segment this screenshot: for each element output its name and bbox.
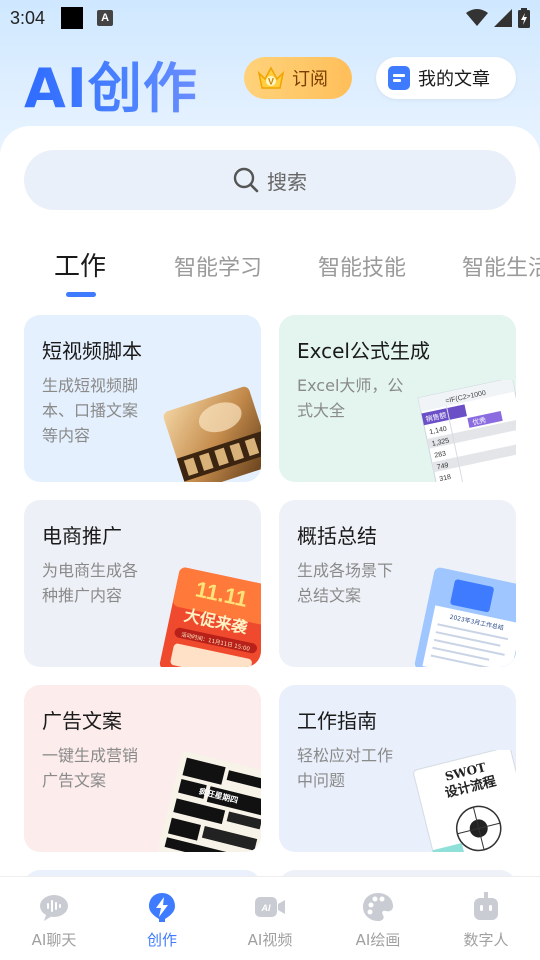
card-description: 一键生成营销广告文案 <box>42 746 139 790</box>
sale-poster-illustration: 11.11 大促来袭 活动时间：11月11日 15:00 <box>159 567 261 667</box>
card-title: 工作指南 <box>297 709 377 733</box>
my-articles-button[interactable]: 我的文章 <box>376 57 516 99</box>
chat-bubble-icon <box>40 895 68 921</box>
nav-label: AI绘画 <box>355 931 401 949</box>
card-ad-copy[interactable]: 广告文案 一键生成营销广告文案 疯狂星期四 <box>24 685 261 852</box>
swot-diagram-illustration: SWOT 设计流程 <box>413 750 516 852</box>
content-panel: 搜索 工作 智能学习 智能技能 智能生活 短视频脚本 生成短视频脚本、口播文案等… <box>0 126 540 910</box>
subscribe-label: 订阅 <box>292 69 328 90</box>
status-time: 3:04 <box>10 7 46 28</box>
excel-row-5: 318 <box>439 474 452 482</box>
robot-icon <box>474 892 498 920</box>
active-tab-indicator <box>66 292 96 297</box>
page-title: AI创作 <box>24 44 198 123</box>
card-title: Excel公式生成 <box>297 339 430 363</box>
tab-work[interactable]: 工作 <box>54 246 106 283</box>
search-placeholder: 搜索 <box>267 169 307 194</box>
svg-text:AI: AI <box>261 903 271 913</box>
battery-icon <box>518 8 530 28</box>
card-title: 广告文案 <box>42 709 122 733</box>
nav-ai-video[interactable]: AI AI视频 <box>216 877 324 960</box>
my-articles-label: 我的文章 <box>418 69 490 90</box>
wifi-icon <box>466 9 488 26</box>
tab-smart-learning[interactable]: 智能学习 <box>174 250 262 282</box>
lightning-icon <box>149 893 175 922</box>
card-description: 生成短视频脚本、口播文案等内容 <box>42 376 139 445</box>
film-reel-illustration <box>163 386 261 482</box>
spreadsheet-illustration: =IF(C2>1000 销售额 优秀 1,140 1,325 283 749 3… <box>417 380 516 482</box>
nav-label: AI视频 <box>247 931 293 949</box>
subscribe-button[interactable]: V 订阅 <box>244 57 352 99</box>
card-short-video-script[interactable]: 短视频脚本 生成短视频脚本、口播文案等内容 <box>24 315 261 482</box>
nav-label: 数字人 <box>463 931 509 949</box>
search-icon <box>233 167 259 193</box>
app-notification-icon: A <box>97 10 114 26</box>
notification-icon <box>61 7 84 29</box>
document-icon <box>388 66 410 90</box>
nav-create[interactable]: 创作 <box>108 877 216 960</box>
ad-poster-illustration: 疯狂星期四 <box>158 751 261 852</box>
nav-ai-chat[interactable]: AI聊天 <box>0 877 108 960</box>
card-title: 概括总结 <box>297 524 377 548</box>
card-description: 为电商生成各种推广内容 <box>42 561 139 605</box>
palette-icon <box>363 893 393 921</box>
svg-text:V: V <box>268 77 274 87</box>
card-title: 短视频脚本 <box>42 339 142 363</box>
nav-digital-human[interactable]: 数字人 <box>432 877 540 960</box>
card-ecommerce-promotion[interactable]: 电商推广 为电商生成各种推广内容 11.11 大促来袭 活动时间：11月11日 … <box>24 500 261 667</box>
card-description: 轻松应对工作中问题 <box>297 746 394 790</box>
search-bar[interactable]: 搜索 <box>24 150 516 210</box>
nav-ai-painting[interactable]: AI绘画 <box>324 877 432 960</box>
crown-icon: V <box>257 66 285 89</box>
bottom-navigation: AI聊天 创作 AI AI视频 AI绘画 数字人 <box>0 876 540 960</box>
tab-smart-life[interactable]: 智能生活 <box>462 250 540 282</box>
card-description: 生成各场景下总结文案 <box>297 561 394 605</box>
card-title: 电商推广 <box>42 524 122 548</box>
card-work-guide[interactable]: 工作指南 轻松应对工作中问题 SWOT 设计流程 <box>279 685 516 852</box>
signal-icon <box>494 9 512 27</box>
nav-label: AI聊天 <box>31 931 77 949</box>
report-illustration: 2023年3月工作总结 <box>414 567 516 667</box>
card-description: Excel大师，公式大全 <box>297 376 404 420</box>
tab-smart-skills[interactable]: 智能技能 <box>318 250 406 282</box>
nav-label: 创作 <box>146 931 177 949</box>
card-excel-formula[interactable]: Excel公式生成 Excel大师，公式大全 =IF(C2>1000 销售额 优… <box>279 315 516 482</box>
status-bar: 3:04 A <box>0 0 540 36</box>
video-camera-icon: AI <box>255 897 285 917</box>
card-summary[interactable]: 概括总结 生成各场景下总结文案 2023年3月工作总结 <box>279 500 516 667</box>
